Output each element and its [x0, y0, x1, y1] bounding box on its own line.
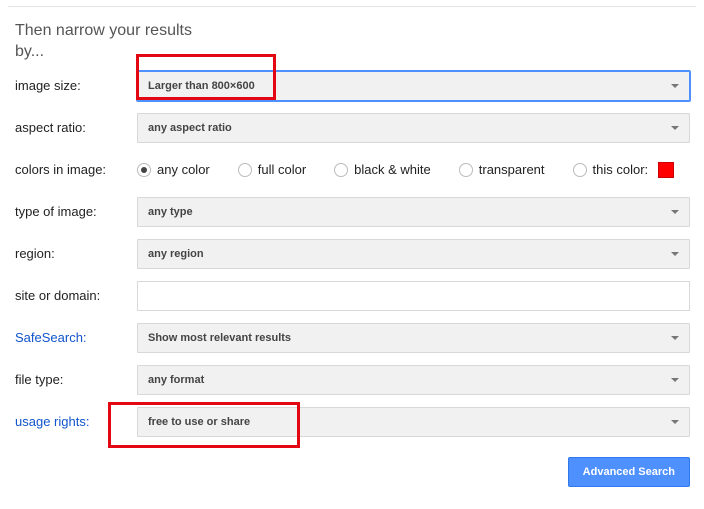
row-image-size: image size: Larger than 800×600 [15, 71, 704, 101]
select-image-size[interactable]: Larger than 800×600 [137, 71, 690, 101]
select-usage-rights[interactable]: free to use or share [137, 407, 690, 437]
row-usage-rights: usage rights: free to use or share [15, 407, 704, 437]
radio-icon [137, 163, 151, 177]
select-region[interactable]: any region [137, 239, 690, 269]
select-image-size-value: Larger than 800×600 [148, 80, 255, 92]
radio-this-color[interactable]: this color: [573, 162, 675, 178]
advanced-search-button[interactable]: Advanced Search [568, 457, 690, 487]
radio-icon [334, 163, 348, 177]
select-usage-rights-value: free to use or share [148, 416, 250, 428]
chevron-down-icon [671, 336, 679, 340]
narrow-form: image size: Larger than 800×600 aspect r… [15, 71, 704, 437]
radio-icon [573, 163, 587, 177]
radio-bw-label: black & white [354, 162, 431, 177]
label-site: site or domain: [15, 288, 137, 303]
radio-bw[interactable]: black & white [334, 162, 431, 177]
label-region: region: [15, 246, 137, 261]
radio-this-color-label: this color: [593, 162, 649, 177]
label-usage-rights[interactable]: usage rights: [15, 414, 137, 429]
row-site: site or domain: [15, 281, 704, 311]
button-row: Advanced Search [0, 457, 690, 487]
divider [8, 6, 696, 7]
chevron-down-icon [671, 378, 679, 382]
radio-full-color[interactable]: full color [238, 162, 306, 177]
row-filetype: file type: any format [15, 365, 704, 395]
label-colors: colors in image: [15, 162, 137, 177]
radio-full-color-label: full color [258, 162, 306, 177]
label-type: type of image: [15, 204, 137, 219]
color-swatch[interactable] [658, 162, 674, 178]
radio-transparent[interactable]: transparent [459, 162, 545, 177]
chevron-down-icon [671, 420, 679, 424]
radio-icon [459, 163, 473, 177]
select-filetype[interactable]: any format [137, 365, 690, 395]
label-safesearch[interactable]: SafeSearch: [15, 330, 137, 345]
select-region-value: any region [148, 248, 204, 260]
row-region: region: any region [15, 239, 704, 269]
select-aspect-ratio-value: any aspect ratio [148, 122, 232, 134]
chevron-down-icon [671, 252, 679, 256]
heading-line1: Then narrow your results [15, 22, 192, 39]
label-filetype: file type: [15, 372, 137, 387]
radio-any-color-label: any color [157, 162, 210, 177]
input-site-domain[interactable] [137, 281, 690, 311]
color-radio-group: any color full color black & white trans… [137, 162, 690, 178]
radio-any-color[interactable]: any color [137, 162, 210, 177]
chevron-down-icon [671, 84, 679, 88]
select-aspect-ratio[interactable]: any aspect ratio [137, 113, 690, 143]
row-safesearch: SafeSearch: Show most relevant results [15, 323, 704, 353]
select-safesearch-value: Show most relevant results [148, 332, 291, 344]
label-aspect-ratio: aspect ratio: [15, 120, 137, 135]
select-filetype-value: any format [148, 374, 204, 386]
section-heading: Then narrow your results by... [15, 21, 704, 63]
select-type-value: any type [148, 206, 193, 218]
row-colors: colors in image: any color full color bl… [15, 155, 704, 185]
label-image-size: image size: [15, 78, 137, 93]
row-type: type of image: any type [15, 197, 704, 227]
radio-transparent-label: transparent [479, 162, 545, 177]
row-aspect-ratio: aspect ratio: any aspect ratio [15, 113, 704, 143]
select-type[interactable]: any type [137, 197, 690, 227]
chevron-down-icon [671, 126, 679, 130]
select-safesearch[interactable]: Show most relevant results [137, 323, 690, 353]
chevron-down-icon [671, 210, 679, 214]
radio-icon [238, 163, 252, 177]
heading-line2: by... [15, 43, 44, 60]
